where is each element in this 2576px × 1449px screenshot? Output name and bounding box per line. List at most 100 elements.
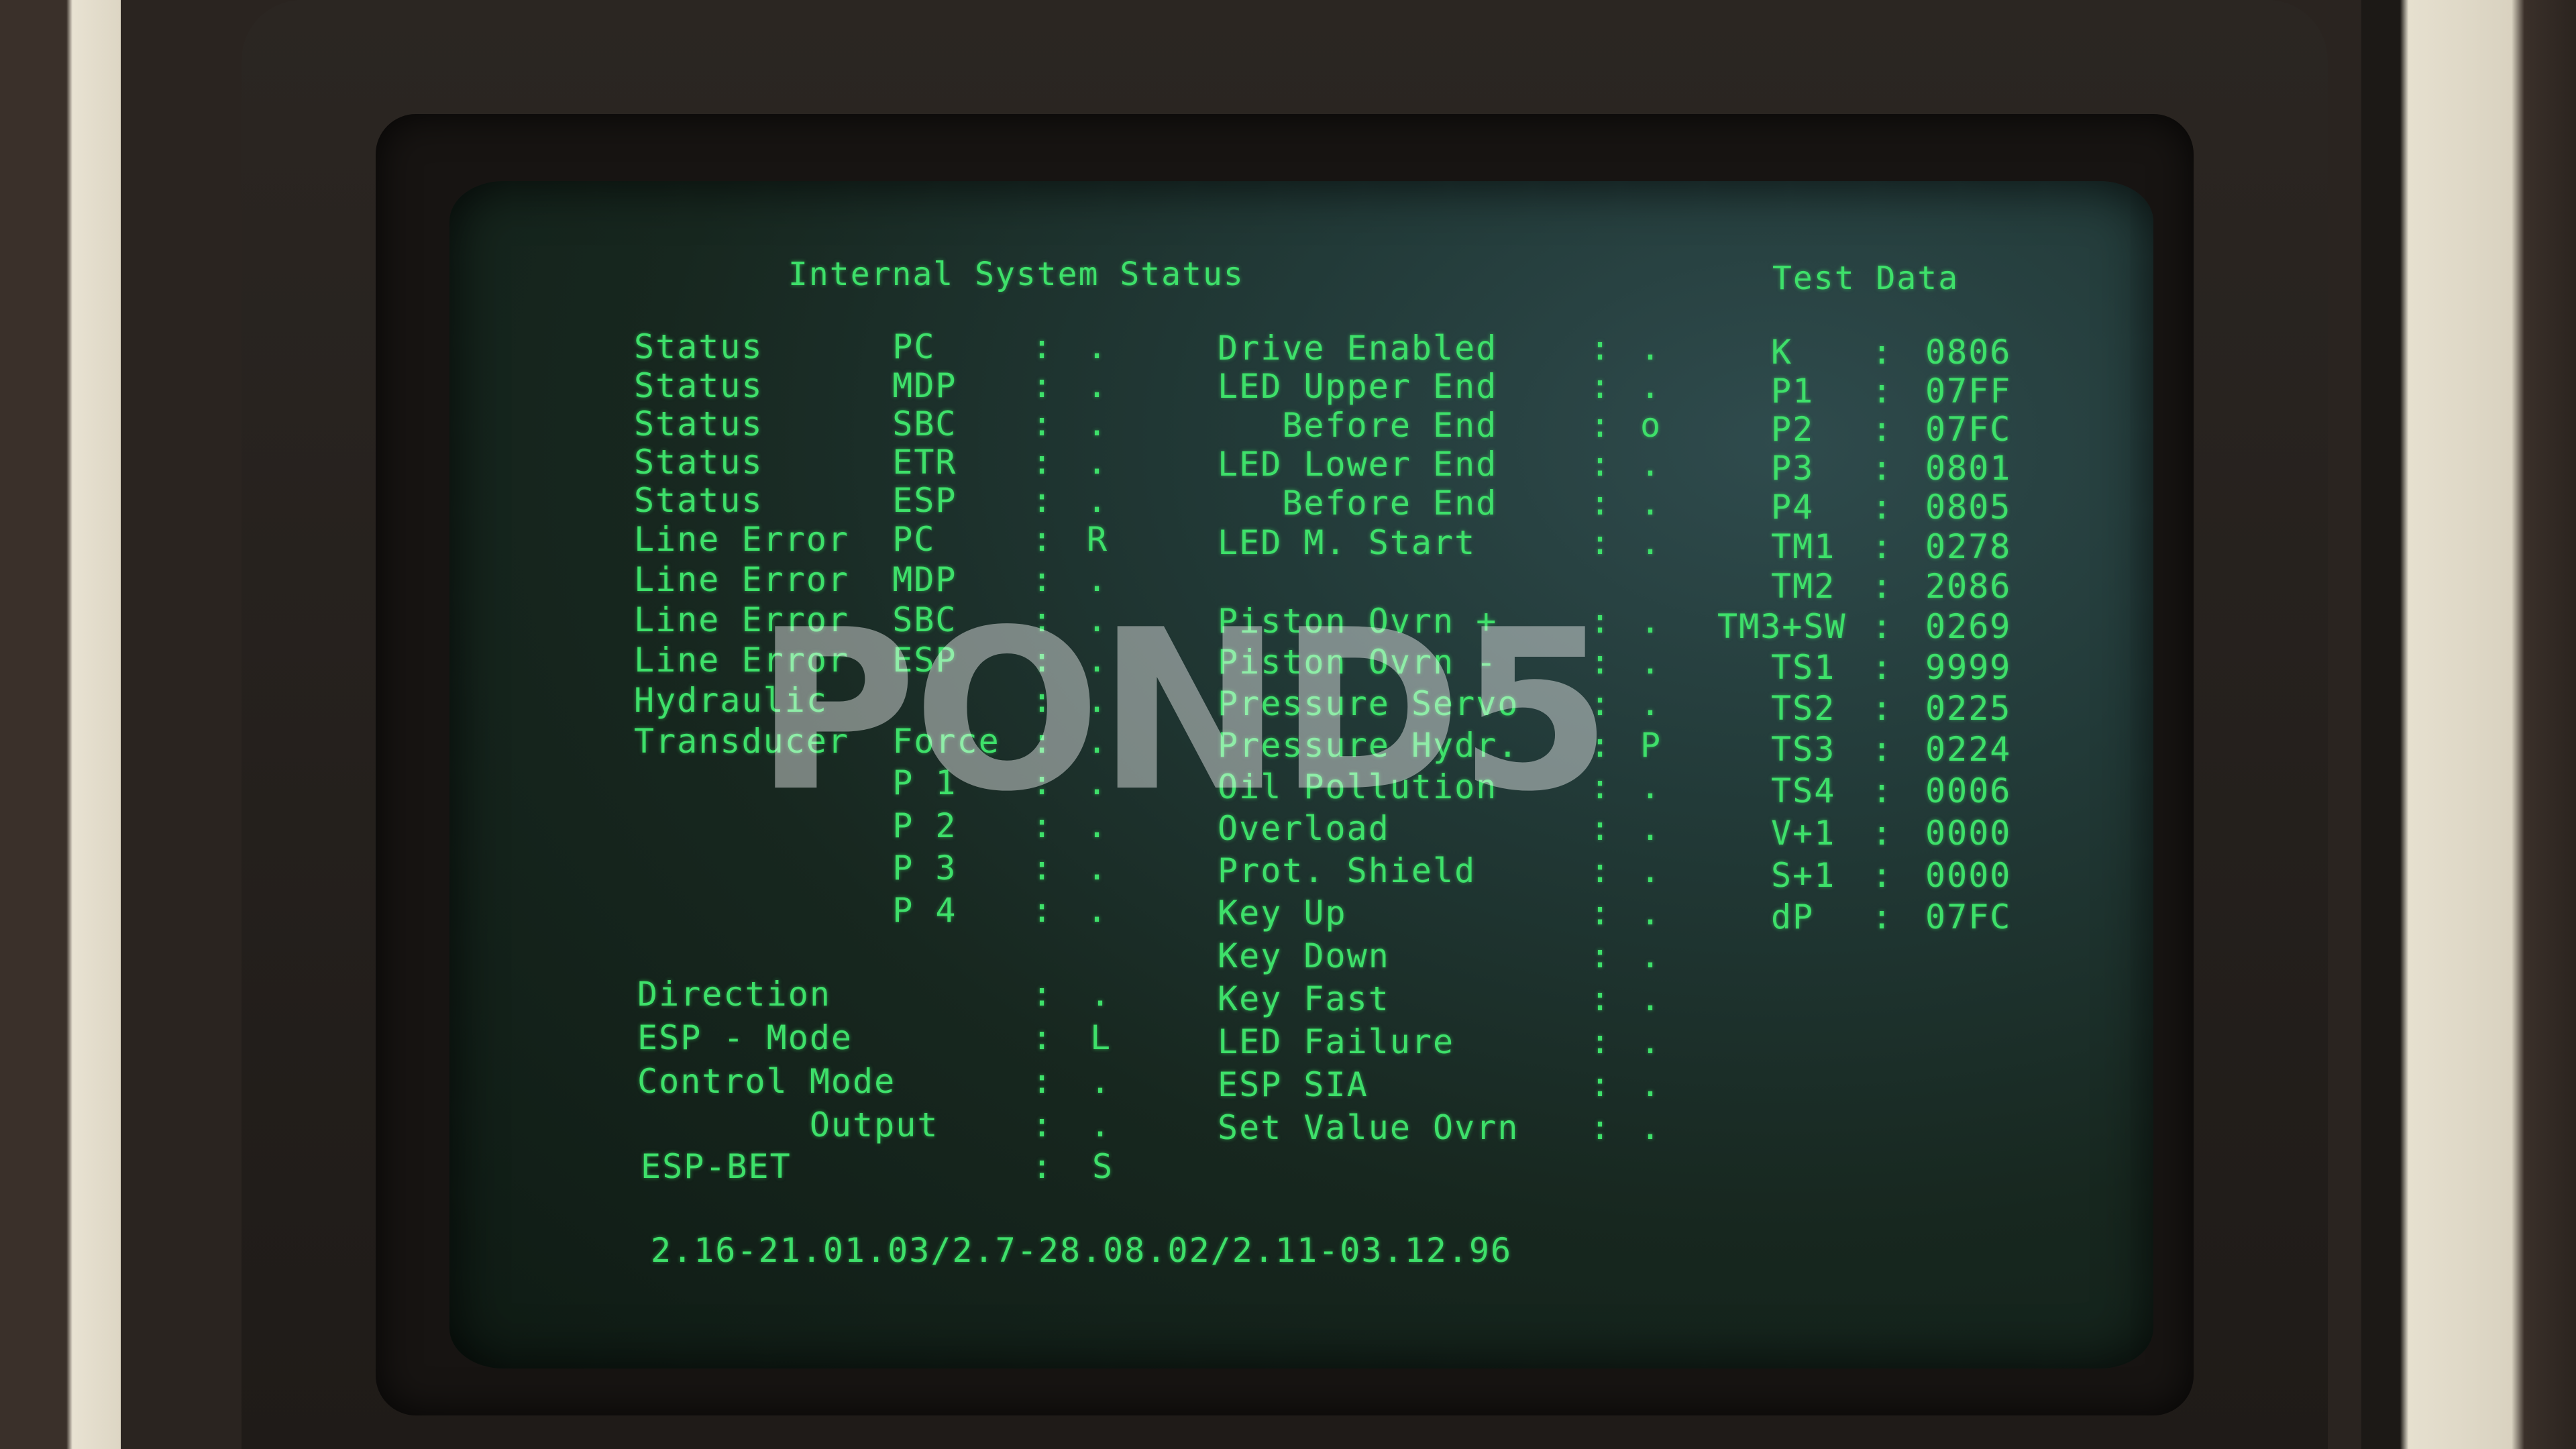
left-row-value: .	[1087, 722, 1109, 761]
test-row-label: TM3+SW	[1717, 607, 1847, 646]
mid-row-sep: :	[1590, 851, 1612, 890]
mode-row-value: S	[1092, 1147, 1114, 1186]
test-row-label: TS4	[1771, 771, 1836, 810]
test-row-label: K	[1771, 333, 1793, 372]
mid-row-value: .	[1640, 602, 1662, 641]
mid-row-sep: :	[1590, 936, 1612, 975]
mid-row-label: Before End	[1218, 406, 1498, 445]
test-row-label: TM2	[1771, 567, 1836, 606]
left-row-label: Line Error MDP	[634, 560, 957, 599]
test-row-sep: :	[1872, 607, 1894, 646]
left-row-sep: :	[1032, 849, 1054, 888]
mid-row-sep: :	[1590, 445, 1612, 484]
test-row-sep: :	[1872, 333, 1894, 372]
test-row-sep: :	[1872, 372, 1894, 411]
left-row-value: .	[1087, 327, 1109, 366]
test-row-value: 2086	[1925, 567, 2012, 606]
test-row-sep: :	[1872, 814, 1894, 853]
left-row-label: Status ESP	[634, 481, 957, 520]
mid-row-sep: :	[1590, 726, 1612, 765]
test-row-value: 07FC	[1925, 898, 2012, 936]
mid-row-sep: :	[1590, 602, 1612, 641]
test-row-sep: :	[1872, 410, 1894, 449]
left-row-value: .	[1087, 763, 1109, 802]
test-row-value: 0269	[1925, 607, 2012, 646]
left-row-sep: :	[1032, 641, 1054, 680]
mode-row-sep: :	[1032, 975, 1054, 1014]
test-row-label: TS1	[1771, 648, 1836, 687]
test-row-label: P2	[1771, 410, 1815, 449]
left-row-label: P 2	[634, 806, 957, 845]
left-row-label: Line Error SBC	[634, 600, 957, 639]
left-row-value: .	[1087, 641, 1109, 680]
mode-row-label: ESP-BET	[641, 1147, 792, 1186]
left-row-sep: :	[1032, 327, 1054, 366]
left-row-label: Status MDP	[634, 366, 957, 405]
mid-row-sep: :	[1590, 484, 1612, 523]
screen-title: Internal System Status	[788, 256, 1244, 293]
mid-row-value: .	[1640, 894, 1662, 932]
test-row-sep: :	[1872, 771, 1894, 810]
mid-row-value: .	[1640, 445, 1662, 484]
test-row-sep: :	[1872, 689, 1894, 728]
mid-row-sep: :	[1590, 367, 1612, 406]
mode-row-value: L	[1090, 1018, 1112, 1057]
version-footer: 2.16-21.01.03/2.7-28.08.02/2.11-03.12.96	[651, 1231, 1513, 1270]
left-row-sep: :	[1032, 443, 1054, 482]
test-row-value: 0225	[1925, 689, 2012, 728]
mid-row-label: Before End	[1218, 484, 1498, 523]
mid-row-label: Pressure Servo	[1218, 684, 1519, 723]
mid-row-sep: :	[1590, 1065, 1612, 1104]
test-row-label: P1	[1771, 372, 1815, 411]
left-row-value: .	[1087, 405, 1109, 443]
mid-row-label: Drive Enabled	[1218, 329, 1498, 368]
mode-row-sep: :	[1032, 1106, 1054, 1144]
test-row-label: TS3	[1771, 730, 1836, 769]
test-row-label: P3	[1771, 449, 1815, 488]
test-row-value: 0806	[1925, 333, 2012, 372]
mid-row-label: Pressure Hydr.	[1218, 726, 1519, 765]
mode-row-sep: :	[1032, 1147, 1054, 1186]
mode-row-label: Control Mode	[637, 1062, 896, 1101]
test-row-value: 9999	[1925, 648, 2012, 687]
wall-right	[2361, 0, 2576, 1449]
test-row-sep: :	[1872, 730, 1894, 769]
mid-row-value: .	[1640, 1065, 1662, 1104]
mid-row-value: .	[1640, 851, 1662, 890]
left-row-value: .	[1087, 600, 1109, 639]
left-row-label: Line Error PC	[634, 520, 936, 559]
test-row-label: V+1	[1771, 814, 1836, 853]
test-data-title: Test Data	[1772, 260, 1960, 297]
mid-row-value: .	[1640, 684, 1662, 723]
mid-row-value: o	[1640, 406, 1662, 445]
test-row-sep: :	[1872, 527, 1894, 566]
mode-row-value: .	[1090, 975, 1112, 1014]
test-row-value: 0801	[1925, 449, 2012, 488]
left-row-sep: :	[1032, 405, 1054, 443]
left-row-sep: :	[1032, 722, 1054, 761]
crt-screen: Internal System Status Test Data Status …	[449, 181, 2153, 1368]
left-row-sep: :	[1032, 806, 1054, 845]
test-row-label: TS2	[1771, 689, 1836, 728]
mode-row-value: .	[1090, 1106, 1112, 1144]
wall-left	[0, 0, 121, 1449]
test-row-value: 0006	[1925, 771, 2012, 810]
mid-row-sep: :	[1590, 809, 1612, 848]
left-row-value: .	[1087, 681, 1109, 720]
mid-row-value: .	[1640, 809, 1662, 848]
mid-row-label: Set Value Ovrn	[1218, 1108, 1519, 1147]
test-row-value: 0278	[1925, 527, 2012, 566]
left-row-label: Hydraulic	[634, 681, 828, 720]
mid-row-sep: :	[1590, 523, 1612, 562]
mid-row-label: Prot. Shield	[1218, 851, 1477, 890]
left-row-value: .	[1087, 806, 1109, 845]
mid-row-label: Key Fast	[1218, 979, 1390, 1018]
left-row-label: P 4	[634, 891, 957, 930]
test-row-label: P4	[1771, 488, 1815, 527]
left-row-value: .	[1087, 443, 1109, 482]
mode-row-sep: :	[1032, 1062, 1054, 1101]
mid-row-label: ESP SIA	[1218, 1065, 1368, 1104]
mid-row-value: .	[1640, 1022, 1662, 1061]
left-row-sep: :	[1032, 560, 1054, 599]
mid-row-sep: :	[1590, 894, 1612, 932]
